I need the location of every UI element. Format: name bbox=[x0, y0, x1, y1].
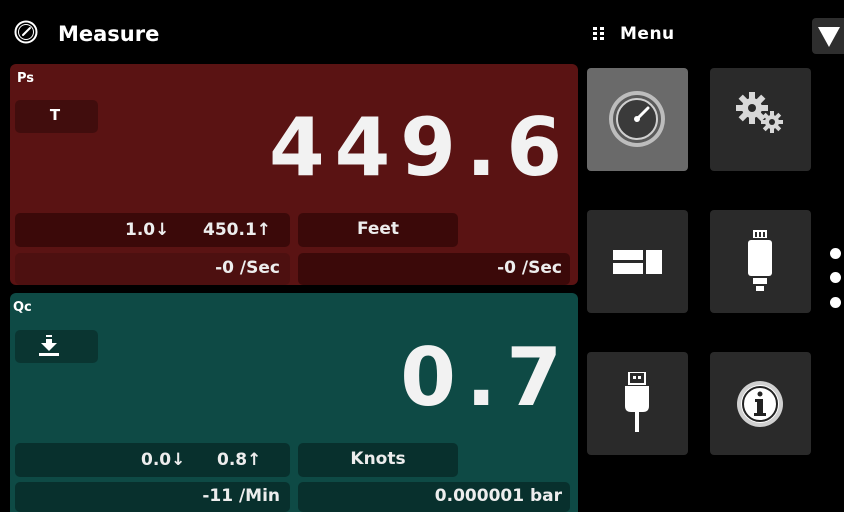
measure-tile[interactable] bbox=[587, 68, 688, 171]
dropdown-button[interactable] bbox=[812, 18, 844, 54]
gauge-icon bbox=[14, 20, 38, 44]
mode-label: T bbox=[49, 106, 61, 124]
info-tile[interactable] bbox=[710, 352, 811, 455]
info-icon bbox=[737, 381, 783, 427]
sensor-module-icon bbox=[748, 230, 772, 291]
usb-icon bbox=[625, 372, 649, 432]
page-title: Measure bbox=[58, 22, 160, 46]
min-value: 1.0↓ bbox=[125, 220, 170, 240]
rate-cell[interactable]: -0 /Sec bbox=[15, 253, 290, 285]
rate-cell[interactable]: -11 /Min bbox=[15, 482, 290, 512]
tare-button[interactable] bbox=[15, 330, 98, 363]
channel-name: Ps bbox=[17, 71, 35, 86]
min-value: 0.0↓ bbox=[141, 450, 186, 470]
rate-cell-secondary[interactable]: -0 /Sec bbox=[298, 253, 570, 285]
menu-grid-icon bbox=[593, 26, 605, 40]
min-max-cell[interactable]: 1.0↓ 450.1↑ bbox=[15, 213, 290, 247]
resolution-cell[interactable]: 0.000001 bar bbox=[298, 482, 570, 512]
mode-button[interactable]: T bbox=[15, 100, 98, 133]
channel-name: Qc bbox=[13, 300, 32, 315]
settings-tile[interactable] bbox=[710, 68, 811, 171]
gauge-icon bbox=[609, 91, 665, 147]
max-value: 0.8↑ bbox=[217, 450, 262, 470]
triangle-down-icon bbox=[818, 27, 840, 47]
page-dot-3[interactable] bbox=[830, 297, 841, 308]
page-dot-1[interactable] bbox=[830, 248, 841, 259]
max-value: 450.1↑ bbox=[203, 220, 272, 240]
reading-value: 0.7 bbox=[400, 331, 572, 424]
display-layout-icon bbox=[613, 250, 662, 274]
unit-button[interactable]: Feet bbox=[298, 213, 458, 247]
unit-button[interactable]: Knots bbox=[298, 443, 458, 477]
display-tile[interactable] bbox=[587, 210, 688, 313]
sensor-tile[interactable] bbox=[710, 210, 811, 313]
settings-gears-icon bbox=[736, 92, 783, 133]
min-max-cell[interactable]: 0.0↓ 0.8↑ bbox=[15, 443, 290, 477]
tare-icon bbox=[39, 335, 59, 356]
usb-tile[interactable] bbox=[587, 352, 688, 455]
reading-value: 449.6 bbox=[268, 101, 572, 194]
page-dot-2[interactable] bbox=[830, 272, 841, 283]
menu-title: Menu bbox=[620, 24, 675, 44]
